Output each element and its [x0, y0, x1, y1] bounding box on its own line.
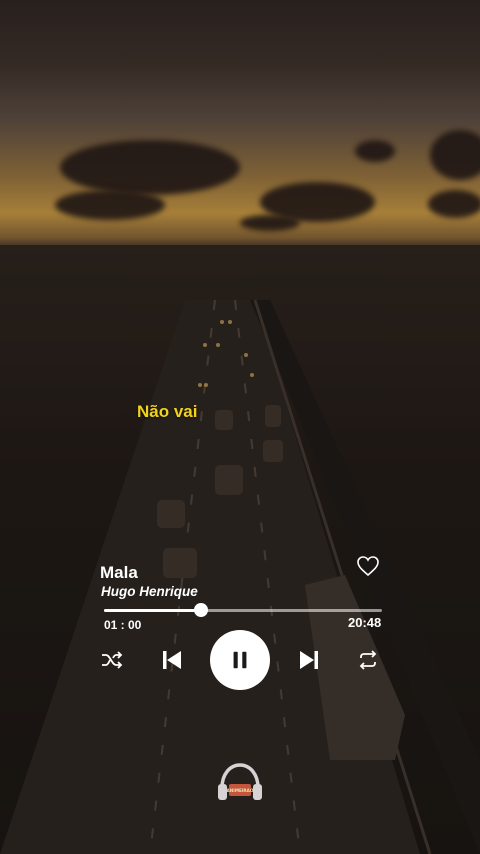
next-button[interactable] [297, 648, 321, 672]
repeat-button[interactable] [356, 650, 380, 670]
shuffle-button[interactable] [101, 650, 123, 670]
headphones-logo: ANIMEIRAO [216, 760, 264, 802]
skip-previous-icon [163, 651, 181, 669]
progress-bar[interactable] [104, 603, 382, 617]
skip-next-icon [300, 651, 318, 669]
song-artist: Hugo Henrique [101, 584, 198, 599]
previous-button[interactable] [160, 648, 184, 672]
favorite-button[interactable] [356, 555, 380, 577]
play-pause-button[interactable] [210, 630, 270, 690]
total-time: 20:48 [348, 615, 382, 630]
song-title: Mala [100, 563, 138, 582]
progress-fill [104, 609, 202, 612]
repeat-icon [359, 650, 377, 670]
current-time: 01 : 00 [104, 618, 142, 632]
lyric-line: Não vai [137, 402, 198, 421]
shuffle-icon [102, 651, 123, 669]
logo-text: ANIMEIRAO [227, 788, 254, 793]
heart-icon [357, 556, 379, 577]
background-image [0, 0, 480, 854]
pause-icon [233, 651, 247, 669]
headphones-icon: ANIMEIRAO [218, 763, 262, 800]
